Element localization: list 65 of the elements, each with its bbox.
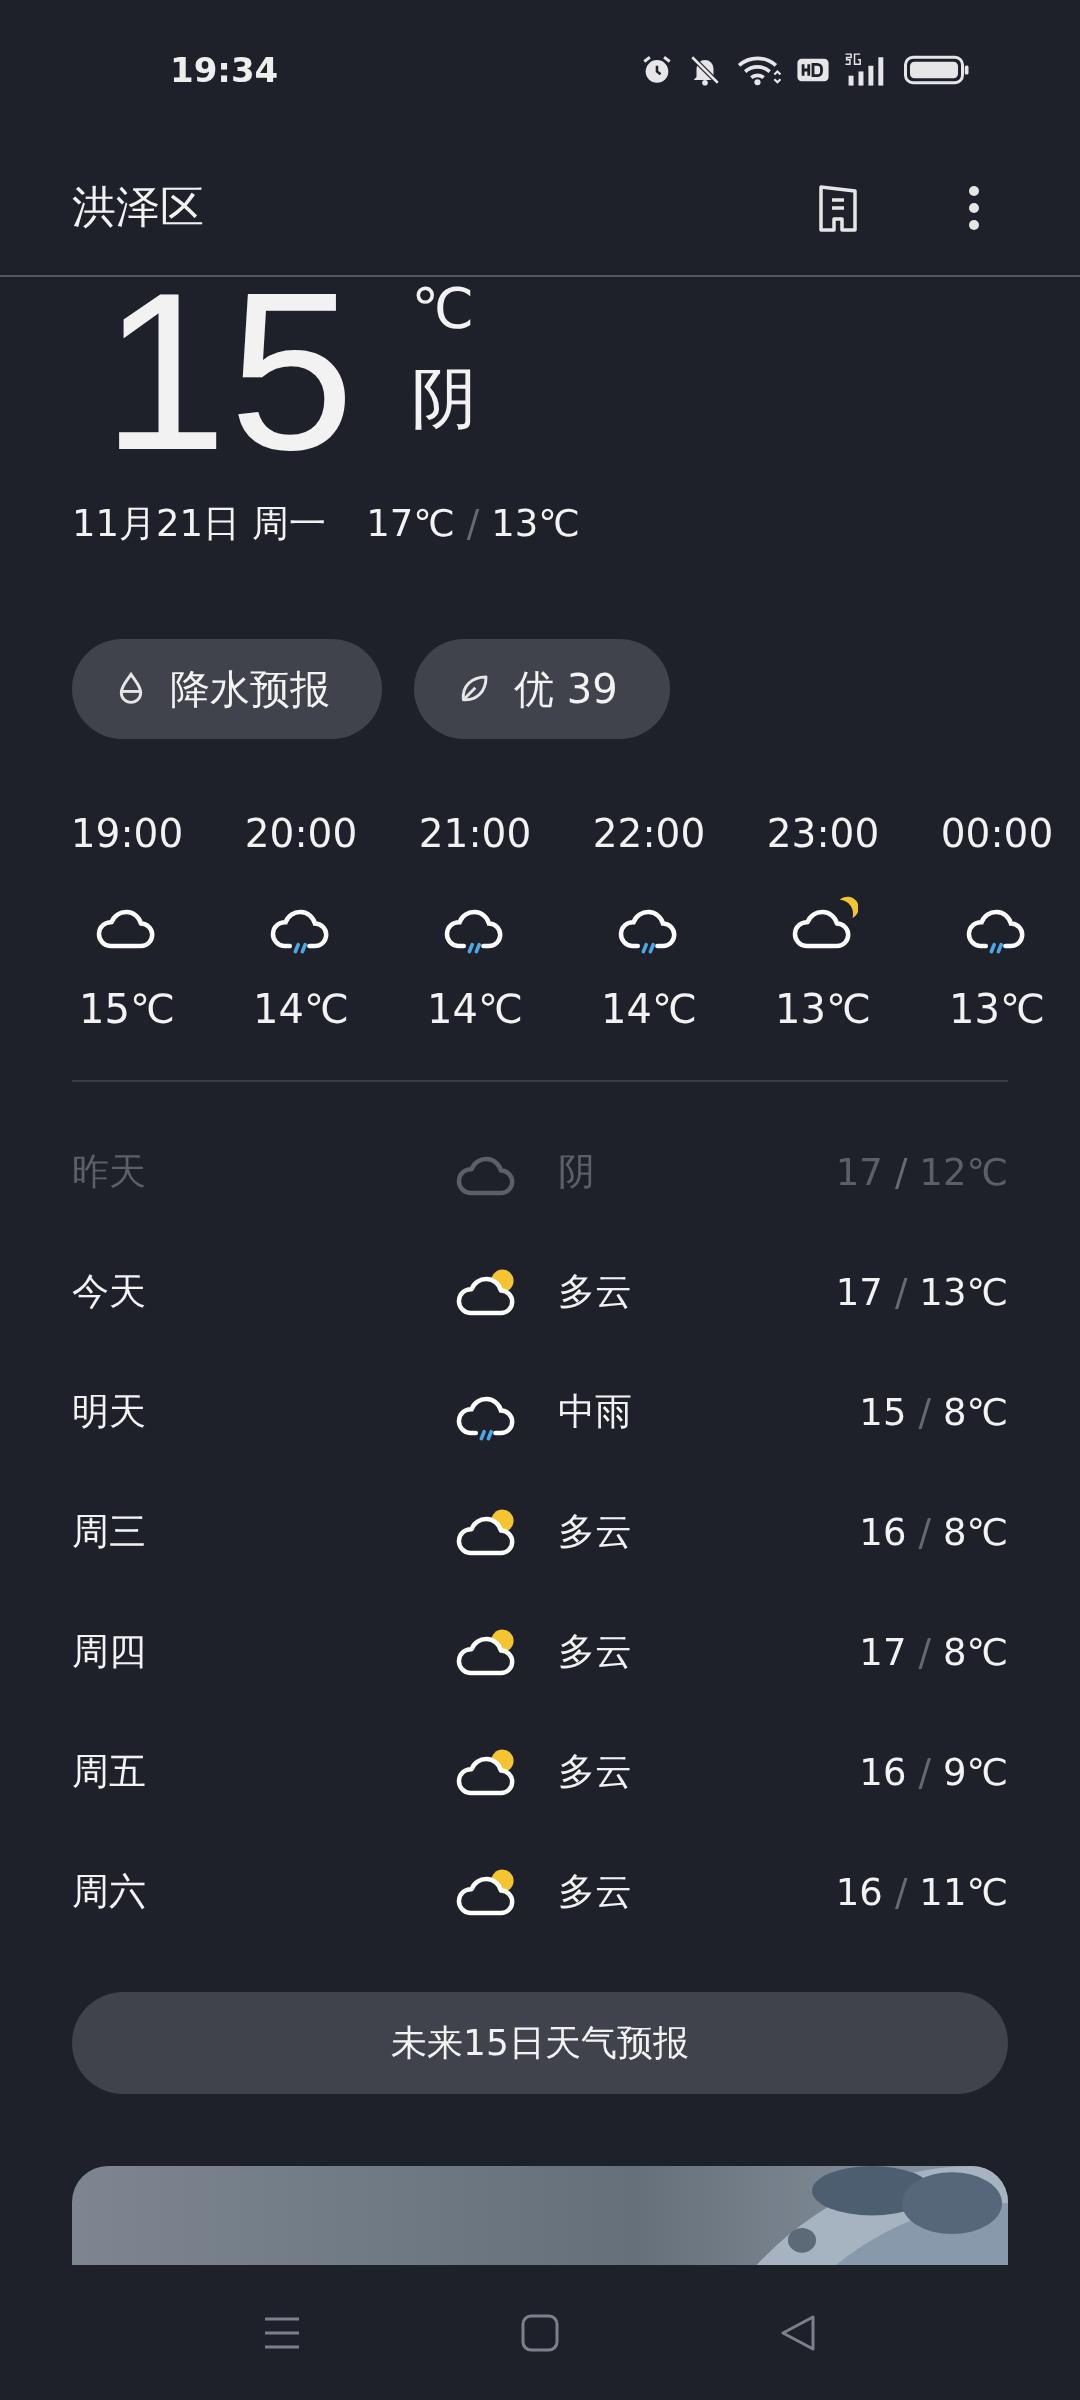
day-high: 16 xyxy=(859,1750,907,1794)
current-condition: 阴 xyxy=(411,359,478,439)
day-condition: 中雨 xyxy=(558,1389,633,1435)
bell-off-icon xyxy=(688,53,722,87)
hour-time: 23:00 xyxy=(766,811,880,856)
separator: / xyxy=(894,1150,908,1194)
day-low: 13℃ xyxy=(919,1270,1008,1314)
day-name: 明天 xyxy=(72,1389,147,1435)
day-name: 周三 xyxy=(72,1509,147,1555)
separator: / xyxy=(894,1870,908,1914)
high-temperature: 17℃ xyxy=(366,502,455,545)
day-name: 昨天 xyxy=(72,1149,147,1195)
status-time: 19:34 xyxy=(170,50,279,90)
hour-temperature: 14℃ xyxy=(253,986,349,1032)
day-low: 8℃ xyxy=(942,1510,1008,1554)
day-condition: 多云 xyxy=(558,1869,633,1915)
hour-temperature: 14℃ xyxy=(427,986,523,1032)
separator: / xyxy=(918,1750,931,1794)
precipitation-chip[interactable]: 降水预报 xyxy=(72,639,382,739)
day-high: 16 xyxy=(859,1510,907,1554)
date-text: 11月21日 xyxy=(72,501,241,547)
day-condition: 阴 xyxy=(558,1149,596,1195)
hour-time: 00:00 xyxy=(940,811,1054,856)
air-quality-chip[interactable]: 优 39 xyxy=(414,639,670,739)
day-condition: 多云 xyxy=(558,1269,633,1315)
separator: / xyxy=(894,1270,908,1314)
location-title: 洪泽区 xyxy=(72,180,205,234)
hour-time: 20:00 xyxy=(244,811,358,856)
day-low: 11℃ xyxy=(919,1870,1008,1914)
weekday-text: 周一 xyxy=(252,501,327,547)
back-icon[interactable] xyxy=(779,2313,817,2352)
separator: / xyxy=(918,1390,931,1434)
hour-time: 19:00 xyxy=(70,811,184,856)
hour-temperature: 13℃ xyxy=(949,986,1045,1032)
day-condition: 多云 xyxy=(558,1749,633,1795)
day-low: 12℃ xyxy=(919,1150,1008,1194)
day-high: 15 xyxy=(859,1390,907,1434)
day-low: 8℃ xyxy=(942,1390,1008,1434)
day-high: 16 xyxy=(835,1870,883,1914)
hour-time: 21:00 xyxy=(418,811,532,856)
separator: / xyxy=(918,1510,931,1554)
temperature-unit: ℃ xyxy=(411,281,476,337)
day-low: 8℃ xyxy=(942,1630,1008,1674)
battery-icon xyxy=(904,55,970,85)
day-name: 周五 xyxy=(72,1749,147,1795)
day-name: 今天 xyxy=(72,1269,147,1315)
separator: / xyxy=(918,1630,931,1674)
hour-temperature: 13℃ xyxy=(775,986,871,1032)
day-condition: 多云 xyxy=(558,1629,633,1675)
separator: / xyxy=(466,502,480,545)
hour-temperature: 14℃ xyxy=(601,986,697,1032)
low-temperature: 13℃ xyxy=(491,502,580,545)
day-high: 17 xyxy=(859,1630,907,1674)
day-high: 17 xyxy=(835,1150,883,1194)
building-icon[interactable] xyxy=(818,182,858,233)
day-name: 周四 xyxy=(72,1629,147,1675)
day-low: 9℃ xyxy=(942,1750,1008,1794)
hour-time: 22:00 xyxy=(592,811,706,856)
day-high: 17 xyxy=(835,1270,883,1314)
current-temperature: 15 xyxy=(101,277,357,461)
home-icon[interactable] xyxy=(521,2313,559,2352)
hour-temperature: 15℃ xyxy=(79,986,175,1032)
day-condition: 多云 xyxy=(558,1509,633,1555)
day-name: 周六 xyxy=(72,1869,147,1915)
forecast-button[interactable]: 未来15日天气预报 xyxy=(72,1992,1008,2094)
